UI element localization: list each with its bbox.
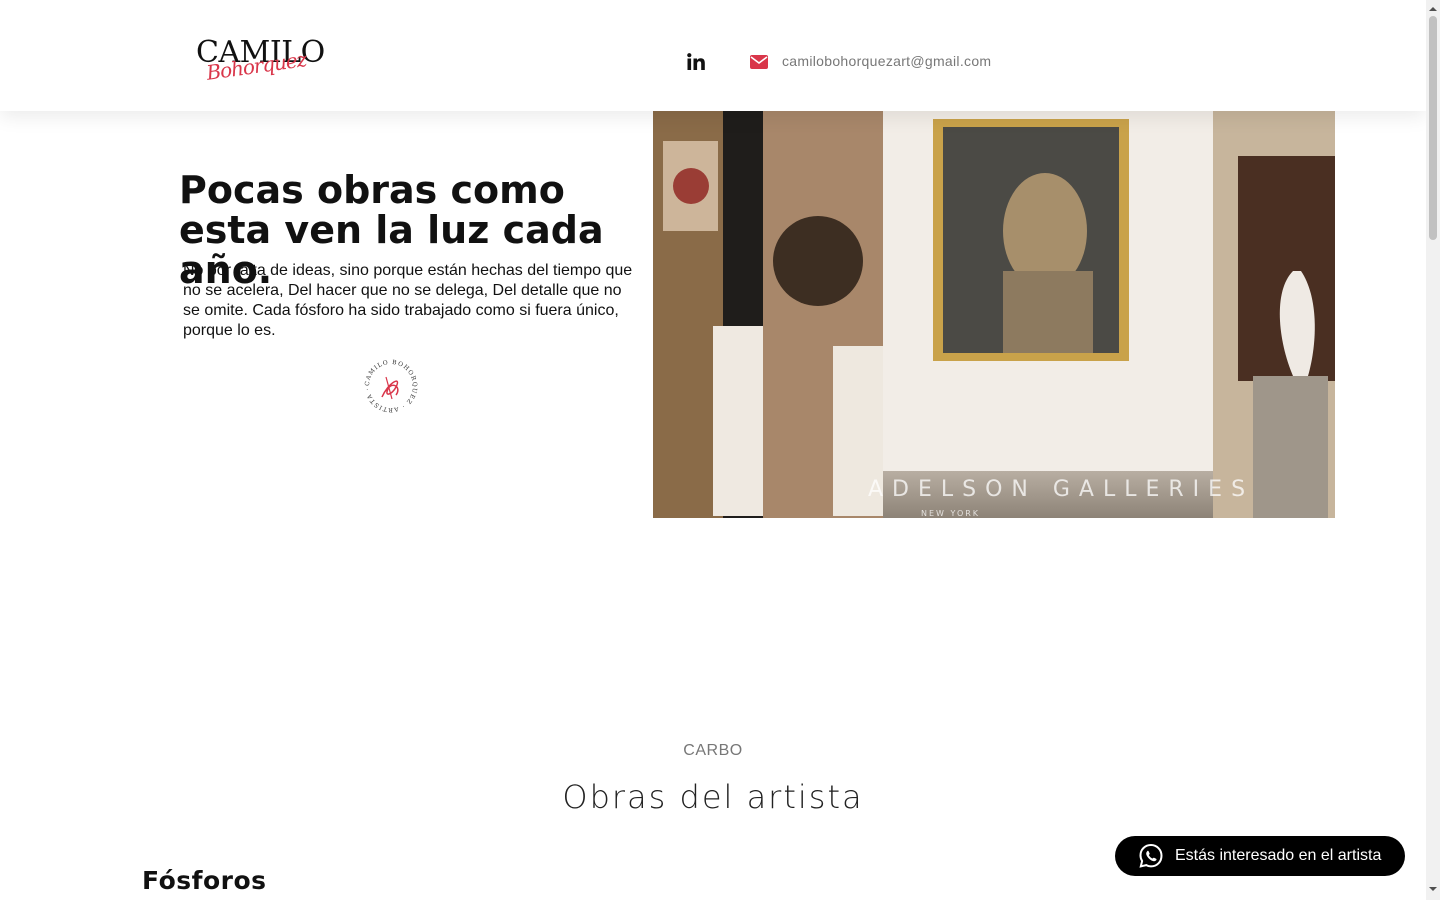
scroll-down-arrow-icon[interactable]	[1426, 884, 1440, 894]
artist-signature-seal: CAMILO BOHORQUEZ · ARTISTA ·	[364, 359, 417, 413]
envelope-icon	[750, 55, 768, 69]
section-kicker: CARBO	[683, 742, 743, 759]
category-title: Fósforos	[142, 866, 267, 895]
hero-paragraph: No por falta de ideas, sino porque están…	[183, 262, 633, 339]
email-link[interactable]: camilobohorquezart@gmail.com	[782, 53, 991, 69]
gallery-photo: ADELSON GALLERIES NEW YORK	[653, 111, 1335, 518]
gallery-sign-subtext: NEW YORK	[921, 509, 980, 518]
logo[interactable]: CAMILO Bohorquez	[196, 38, 325, 96]
linkedin-icon[interactable]	[686, 52, 706, 72]
whatsapp-icon	[1139, 843, 1163, 868]
site-header: CAMILO Bohorquez camilobohorquezart@gmai…	[0, 0, 1426, 111]
scrollbar-thumb[interactable]	[1429, 16, 1437, 240]
whatsapp-contact-button[interactable]: Estás interesado en el artista	[1115, 836, 1405, 876]
whatsapp-button-label: Estás interesado en el artista	[1175, 847, 1382, 864]
gallery-illustration: ADELSON GALLERIES NEW YORK	[653, 111, 1335, 518]
scroll-up-arrow-icon[interactable]	[1426, 4, 1440, 14]
section-title: Obras del artista	[562, 778, 864, 816]
gallery-sign-text: ADELSON GALLERIES	[868, 477, 1254, 502]
page-scrollbar[interactable]	[1426, 0, 1440, 900]
